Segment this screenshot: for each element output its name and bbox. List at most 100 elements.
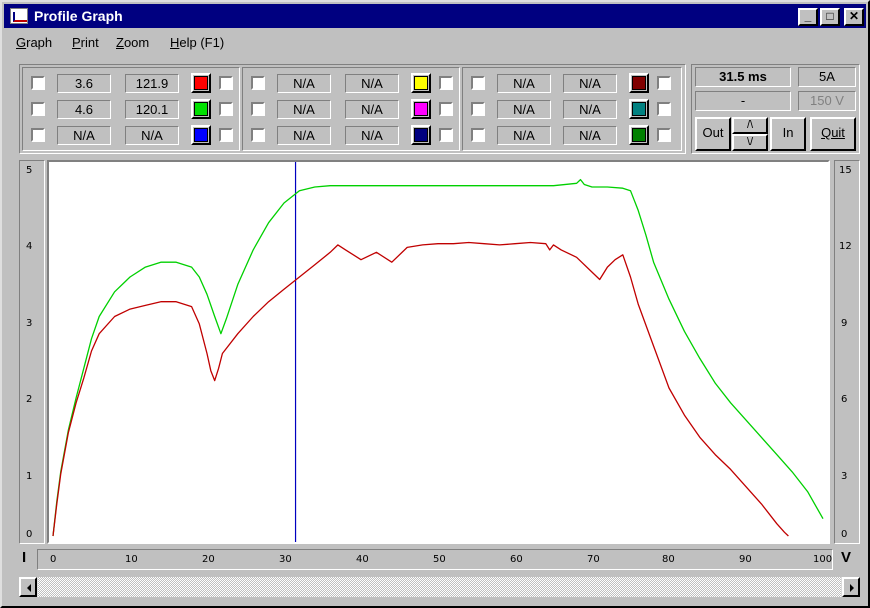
channel-checkbox[interactable] <box>31 76 45 90</box>
quit-button[interactable]: Quit <box>810 117 856 151</box>
value-readout: - <box>695 91 791 111</box>
horizontal-scrollbar[interactable] <box>19 577 860 597</box>
channel-checkbox[interactable] <box>657 128 671 142</box>
channel-value: N/A <box>345 100 399 119</box>
channel-color-swatch <box>414 102 428 116</box>
channel-panel: 3.6 121.9 4.6 120.1 N/A N/A N/A N/A N/A … <box>19 64 686 154</box>
channel-checkbox[interactable] <box>219 128 233 142</box>
x-tick-label: 10 <box>125 554 138 565</box>
channel-checkbox[interactable] <box>31 128 45 142</box>
channel-checkbox[interactable] <box>251 128 265 142</box>
right-tick-label: 0 <box>841 529 848 540</box>
channel-checkbox[interactable] <box>251 76 265 90</box>
channel-value: 4.6 <box>57 100 111 119</box>
menu-bar: Graph Print Zoom Help (F1) <box>4 30 866 56</box>
channel-color-swatch <box>194 102 208 116</box>
channel-checkbox[interactable] <box>439 128 453 142</box>
x-tick-label: 60 <box>510 554 523 565</box>
left-axis-letter: I <box>22 549 27 566</box>
channel-checkbox[interactable] <box>471 128 485 142</box>
zoom-out-button[interactable]: Out <box>695 117 731 151</box>
scroll-track[interactable] <box>38 577 841 597</box>
channel-color-swatch <box>194 128 208 142</box>
channel-color-swatch <box>632 102 646 116</box>
channel-checkbox[interactable] <box>31 102 45 116</box>
channel-color-button[interactable] <box>411 73 431 93</box>
channel-color-button[interactable] <box>411 99 431 119</box>
channel-color-swatch <box>414 128 428 142</box>
minimize-button[interactable]: _ <box>798 8 818 26</box>
left-scale: 5 4 3 2 1 0 <box>19 160 45 544</box>
channel-value: N/A <box>57 126 111 145</box>
channel-color-button[interactable] <box>411 125 431 145</box>
channel-checkbox[interactable] <box>251 102 265 116</box>
menu-help[interactable]: Help (F1) <box>170 35 224 50</box>
series-line-1 <box>52 178 824 537</box>
channel-value: N/A <box>563 126 617 145</box>
x-axis: 0 10 20 30 40 50 60 70 80 90 100 <box>37 549 833 570</box>
time-readout: 31.5 ms <box>695 67 791 87</box>
channel-checkbox[interactable] <box>439 76 453 90</box>
channel-group-2: N/A N/A N/A N/A N/A N/A <box>242 67 460 151</box>
channel-color-button[interactable] <box>629 73 649 93</box>
voltage-range: 150 V <box>798 91 856 111</box>
scroll-left-button[interactable] <box>19 577 37 597</box>
channel-value: N/A <box>345 74 399 93</box>
channel-color-button[interactable] <box>191 73 211 93</box>
profile-plot[interactable] <box>47 160 830 544</box>
x-tick-label: 20 <box>202 554 215 565</box>
menu-zoom[interactable]: Zoom <box>116 35 149 50</box>
left-tick-label: 0 <box>26 529 33 540</box>
channel-color-button[interactable] <box>191 99 211 119</box>
x-tick-label: 50 <box>433 554 446 565</box>
status-panel: 31.5 ms 5A - 150 V Out /\ \/ In Quit <box>691 64 860 154</box>
current-range: 5A <box>798 67 856 87</box>
zoom-in-button[interactable]: In <box>770 117 806 151</box>
channel-checkbox[interactable] <box>471 102 485 116</box>
maximize-button[interactable]: □ <box>820 8 840 26</box>
channel-value: N/A <box>277 100 331 119</box>
menu-print[interactable]: Print <box>72 35 99 50</box>
title-bar[interactable]: Profile Graph _ □ ✕ <box>4 4 866 28</box>
channel-value: N/A <box>497 100 551 119</box>
channel-value: N/A <box>277 74 331 93</box>
left-tick-label: 3 <box>26 318 33 329</box>
channel-checkbox[interactable] <box>657 76 671 90</box>
x-tick-label: 90 <box>739 554 752 565</box>
x-tick-label: 40 <box>356 554 369 565</box>
channel-group-3: N/A N/A N/A N/A N/A N/A <box>462 67 682 151</box>
channel-value: N/A <box>277 126 331 145</box>
scroll-right-button[interactable] <box>842 577 860 597</box>
channel-value: 3.6 <box>57 74 111 93</box>
right-tick-label: 12 <box>839 241 852 252</box>
profile-chart-svg <box>52 162 824 542</box>
close-button[interactable]: ✕ <box>844 8 864 26</box>
right-tick-label: 6 <box>841 394 848 405</box>
left-tick-label: 4 <box>26 241 33 252</box>
channel-checkbox[interactable] <box>439 102 453 116</box>
channel-value: N/A <box>563 100 617 119</box>
right-tick-label: 15 <box>839 165 852 176</box>
channel-color-button[interactable] <box>629 125 649 145</box>
right-axis-letter: V <box>841 549 852 566</box>
scroll-up-button[interactable]: /\ <box>732 117 768 134</box>
channel-checkbox[interactable] <box>471 76 485 90</box>
x-tick-label: 0 <box>50 554 57 565</box>
channel-value: N/A <box>497 126 551 145</box>
x-tick-label: 100 <box>813 554 833 565</box>
window-title: Profile Graph <box>34 8 123 24</box>
scroll-down-button[interactable]: \/ <box>732 134 768 151</box>
x-tick-label: 70 <box>587 554 600 565</box>
channel-group-1: 3.6 121.9 4.6 120.1 N/A N/A <box>22 67 240 151</box>
channel-checkbox[interactable] <box>219 102 233 116</box>
channel-color-button[interactable] <box>191 125 211 145</box>
channel-color-button[interactable] <box>629 99 649 119</box>
profile-graph-window: Profile Graph _ □ ✕ Graph Print Zoom Hel… <box>0 0 870 608</box>
x-tick-label: 80 <box>662 554 675 565</box>
left-tick-label: 5 <box>26 165 33 176</box>
right-tick-label: 9 <box>841 318 848 329</box>
right-tick-label: 3 <box>841 471 848 482</box>
channel-checkbox[interactable] <box>657 102 671 116</box>
menu-graph[interactable]: Graph <box>16 35 52 50</box>
channel-checkbox[interactable] <box>219 76 233 90</box>
